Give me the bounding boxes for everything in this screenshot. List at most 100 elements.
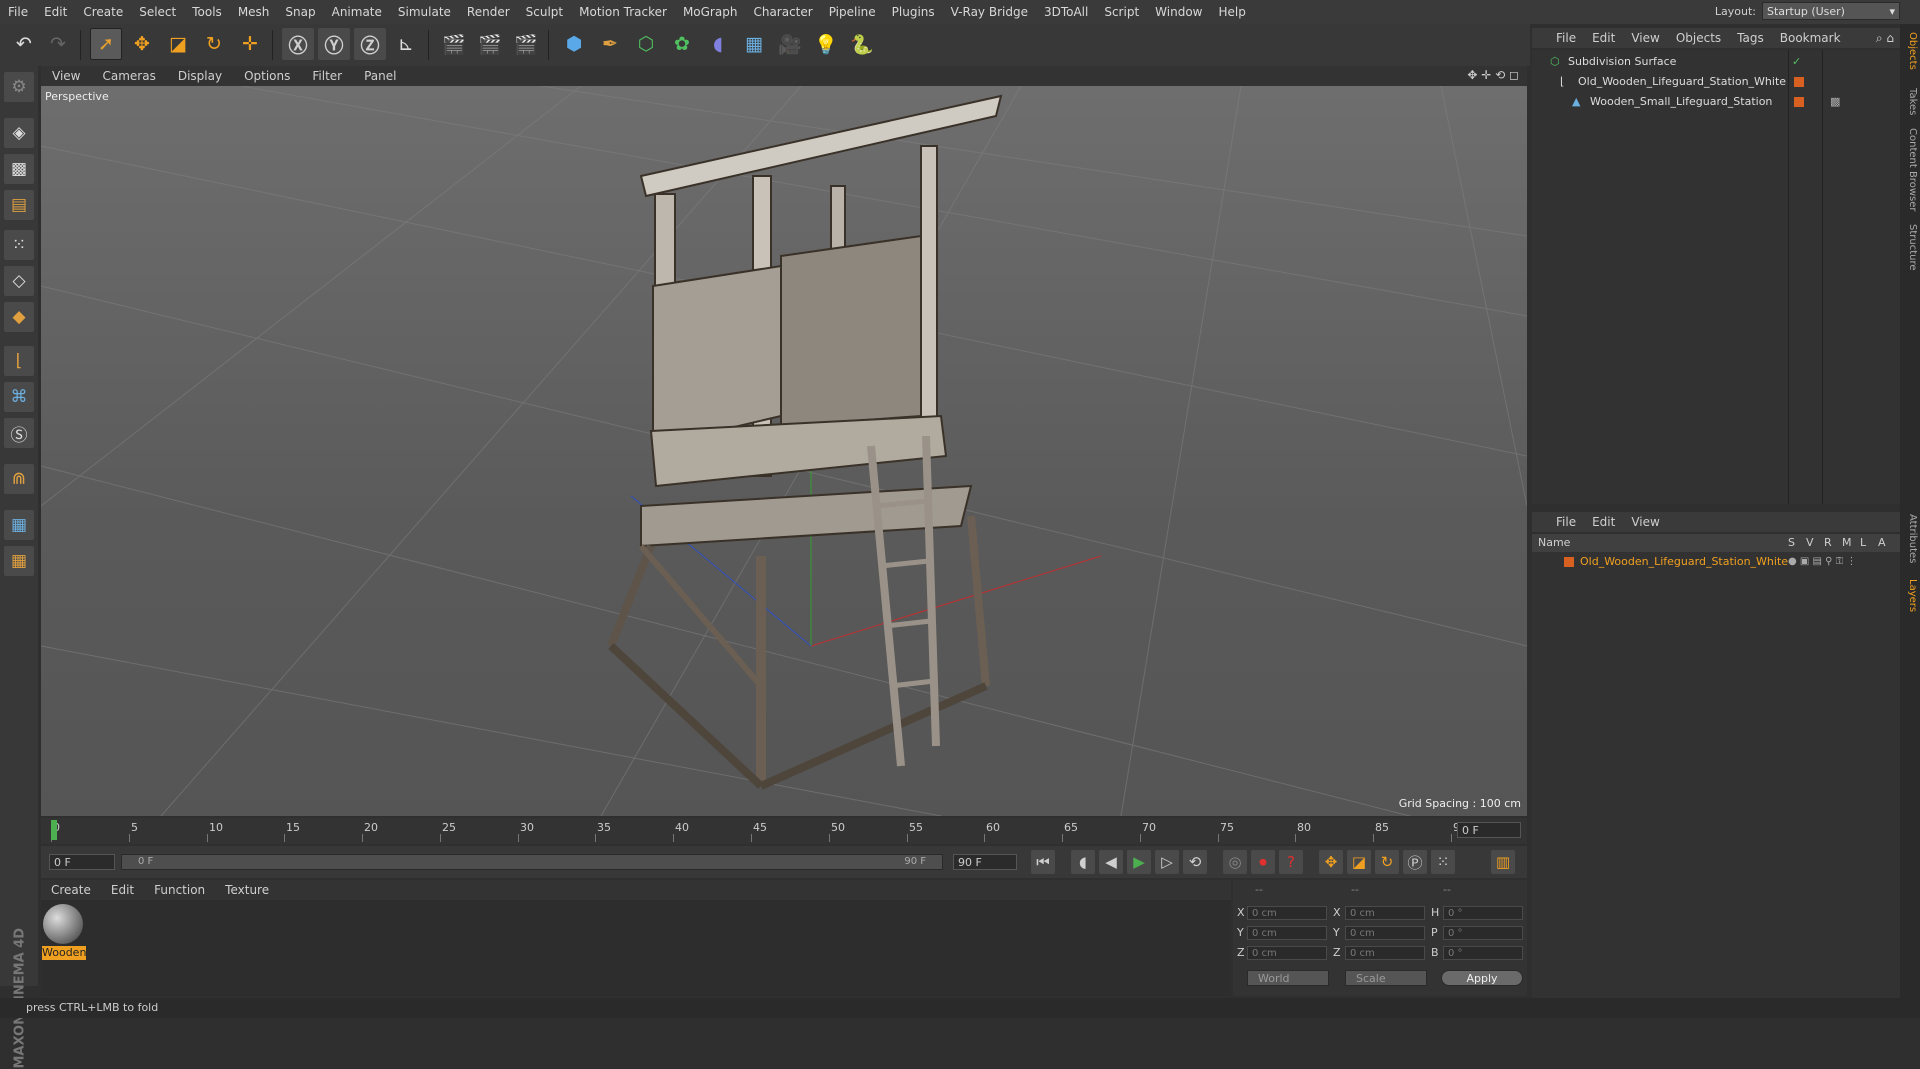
material-menu-create[interactable]: Create [41, 883, 101, 897]
menu-tools[interactable]: Tools [184, 5, 230, 19]
scale-tool-icon[interactable]: ◪ [162, 28, 194, 60]
y-axis-lock-icon[interactable]: Ⓨ [318, 28, 350, 60]
menu-animate[interactable]: Animate [324, 5, 390, 19]
scale-z-field[interactable]: 0 cm [1345, 946, 1425, 960]
menu-simulate[interactable]: Simulate [390, 5, 459, 19]
objects-menu-tags[interactable]: Tags [1729, 31, 1772, 45]
viewport-nav-icons[interactable]: ✥ ✛ ⟲ ◻ [1467, 68, 1519, 82]
layer-row[interactable]: Old_Wooden_Lifeguard_Station_White ● ▣ ▤… [1532, 552, 1900, 572]
apply-button[interactable]: Apply [1441, 970, 1523, 986]
layer-flags-icons[interactable]: ● ▣ ▤ ⚲ ⚿ ⋮ [1788, 552, 1856, 572]
points-mode-icon[interactable]: ⁙ [4, 230, 34, 260]
viewport-menu-filter[interactable]: Filter [301, 69, 353, 83]
layers-menu-file[interactable]: File [1532, 515, 1584, 529]
objects-menu-view[interactable]: View [1623, 31, 1667, 45]
frame-range-slider[interactable]: 0 F 90 F [121, 854, 943, 870]
material-menu-texture[interactable]: Texture [215, 883, 279, 897]
cloner-icon[interactable]: ✿ [666, 28, 698, 60]
coordinate-space-dropdown[interactable]: World [1247, 970, 1329, 986]
live-selection-icon[interactable]: ➚ [90, 28, 122, 60]
menu-3dtoall[interactable]: 3DToAll [1036, 5, 1096, 19]
viewport-menu-options[interactable]: Options [233, 69, 301, 83]
scale-x-field[interactable]: 0 cm [1345, 906, 1425, 920]
tab-structure[interactable]: Structure [1902, 224, 1918, 271]
tweak-mode-icon[interactable]: ⌘ [4, 382, 34, 412]
viewport-menu-cameras[interactable]: Cameras [91, 69, 166, 83]
previous-frame-icon[interactable]: ◀ [1099, 850, 1123, 874]
rotate-tool-icon[interactable]: ↻ [198, 28, 230, 60]
tab-attributes[interactable]: Attributes [1902, 514, 1918, 563]
max-frame-field[interactable]: 90 F [953, 854, 1017, 870]
render-picture-viewer-icon[interactable]: 🎬 [474, 28, 506, 60]
rotation-b-field[interactable]: 0 ° [1443, 946, 1523, 960]
menu-sculpt[interactable]: Sculpt [518, 5, 571, 19]
redo-icon[interactable]: ↷ [42, 28, 74, 60]
menu-create[interactable]: Create [75, 5, 131, 19]
axis-mode-icon[interactable]: ⌊ [4, 346, 34, 376]
key-rotation-icon[interactable]: ↻ [1375, 850, 1399, 874]
tab-takes[interactable]: Takes [1902, 88, 1918, 115]
menu-snap[interactable]: Snap [277, 5, 323, 19]
position-y-field[interactable]: 0 cm [1247, 926, 1327, 940]
transform-tool-icon[interactable]: ✛ [234, 28, 266, 60]
menu-plugins[interactable]: Plugins [884, 5, 943, 19]
key-position-icon[interactable]: ✥ [1319, 850, 1343, 874]
menu-mograph[interactable]: MoGraph [675, 5, 746, 19]
object-row[interactable]: ▲ Wooden_Small_Lifeguard_Station ▩ [1532, 92, 1900, 112]
cube-primitive-icon[interactable]: ⬢ [558, 28, 590, 60]
layers-menu-view[interactable]: View [1623, 515, 1667, 529]
material-item[interactable]: Wooden [41, 900, 89, 964]
rotation-p-field[interactable]: 0 ° [1443, 926, 1523, 940]
tab-layers[interactable]: Layers [1902, 579, 1918, 612]
timeline-end-frame-field[interactable]: 0 F [1457, 822, 1521, 838]
objects-menu-file[interactable]: File [1532, 31, 1584, 45]
workplane-mode-icon[interactable]: ▤ [4, 190, 34, 220]
objects-menu-edit[interactable]: Edit [1584, 31, 1623, 45]
render-view-icon[interactable]: 🎬 [438, 28, 470, 60]
key-pla-icon[interactable]: ⁙ [1431, 850, 1455, 874]
layers-menu-edit[interactable]: Edit [1584, 515, 1623, 529]
position-x-field[interactable]: 0 cm [1247, 906, 1327, 920]
material-tag-icon[interactable]: ▩ [1830, 92, 1840, 112]
planar-workplane-icon[interactable]: ▦ [4, 546, 34, 576]
model-mode-icon[interactable]: ◈ [4, 118, 34, 148]
object-row[interactable]: ⌊ Old_Wooden_Lifeguard_Station_White [1532, 72, 1900, 92]
scale-y-field[interactable]: 0 cm [1345, 926, 1425, 940]
viewport-menu-panel[interactable]: Panel [353, 69, 407, 83]
solo-mode-icon[interactable]: Ⓢ [4, 418, 34, 448]
key-scale-icon[interactable]: ◪ [1347, 850, 1371, 874]
coordinate-mode-dropdown[interactable]: Scale [1345, 970, 1427, 986]
coordinate-system-icon[interactable]: ⊾ [390, 28, 422, 60]
material-menu-edit[interactable]: Edit [101, 883, 144, 897]
menu-edit[interactable]: Edit [36, 5, 75, 19]
material-menu-function[interactable]: Function [144, 883, 215, 897]
deformer-icon[interactable]: ◖ [702, 28, 734, 60]
record-active-icon[interactable]: ⏺ [1251, 850, 1275, 874]
light-icon[interactable]: 💡 [810, 28, 842, 60]
lock-workplane-icon[interactable]: ▦ [4, 510, 34, 540]
render-settings-icon[interactable]: 🎬 [510, 28, 542, 60]
menu-window[interactable]: Window [1147, 5, 1210, 19]
current-frame-field[interactable]: 0 F [49, 854, 115, 870]
key-parameter-icon[interactable]: Ⓟ [1403, 850, 1427, 874]
edges-mode-icon[interactable]: ◇ [4, 266, 34, 296]
floor-environment-icon[interactable]: ▦ [738, 28, 770, 60]
timeline[interactable]: 051015202530354045505560657075808590 0 F [41, 818, 1527, 844]
timeline-playhead[interactable] [51, 820, 57, 840]
menu-render[interactable]: Render [459, 5, 518, 19]
objects-menu-objects[interactable]: Objects [1668, 31, 1729, 45]
tab-objects[interactable]: Objects [1902, 32, 1918, 70]
motion-record-icon[interactable]: ◎ [1223, 850, 1247, 874]
object-row[interactable]: ⬡ Subdivision Surface ✓ [1532, 52, 1900, 72]
menu-mesh[interactable]: Mesh [230, 5, 278, 19]
autokey-icon[interactable]: ? [1279, 850, 1303, 874]
layer-color-tag[interactable] [1794, 97, 1804, 107]
menu-help[interactable]: Help [1210, 5, 1253, 19]
make-editable-icon[interactable]: ⚙ [4, 72, 34, 102]
menu-character[interactable]: Character [745, 5, 820, 19]
timeline-window-icon[interactable]: ▥ [1491, 850, 1515, 874]
menu-file[interactable]: File [0, 5, 36, 19]
tab-content-browser[interactable]: Content Browser [1902, 128, 1918, 211]
camera-icon[interactable]: 🎥 [774, 28, 806, 60]
play-icon[interactable]: ▶ [1127, 850, 1151, 874]
